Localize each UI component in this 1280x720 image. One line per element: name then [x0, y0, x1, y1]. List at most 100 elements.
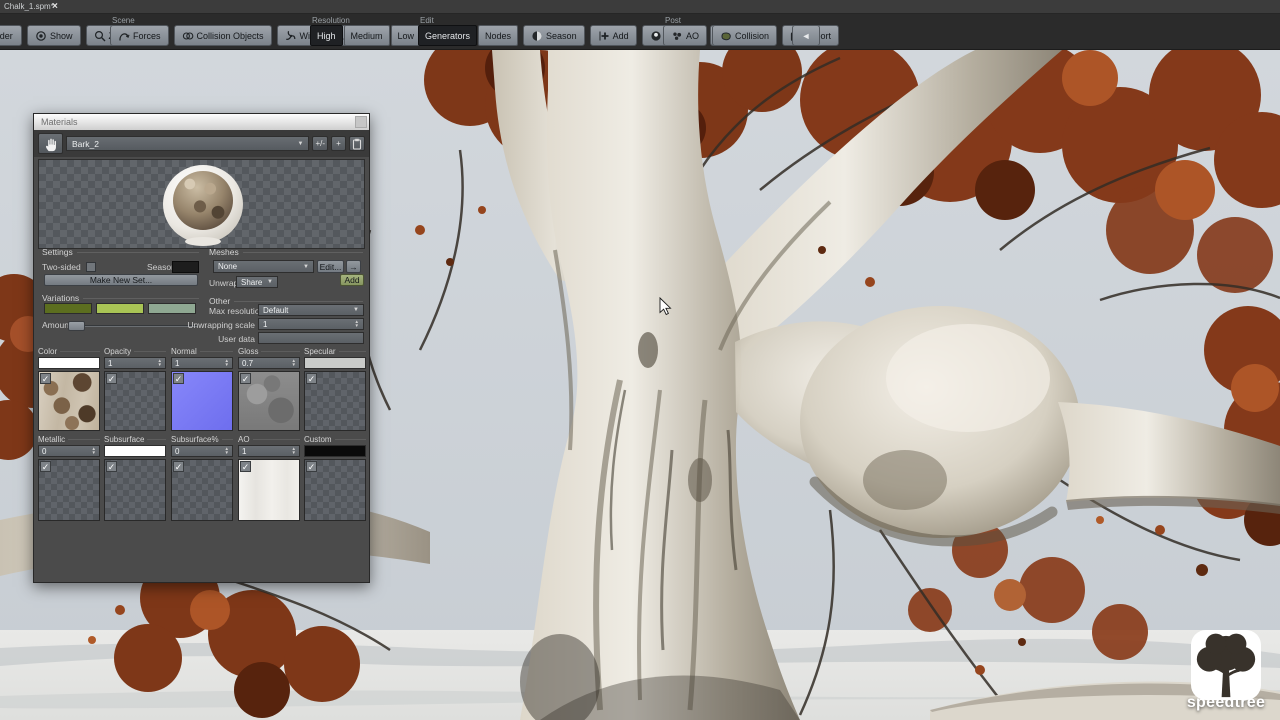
unwrap-dropdown[interactable]: Share ▼ — [236, 276, 278, 288]
season-button[interactable]: Season — [523, 25, 585, 46]
spin-down-icon[interactable]: ▼ — [225, 362, 229, 367]
resolution-medium-button[interactable]: Medium — [343, 25, 390, 46]
spinner-arrows[interactable]: ▲ ▼ — [355, 319, 359, 328]
specular-enabled-checkbox[interactable]: ✓ — [306, 373, 317, 384]
materials-panel-titlebar[interactable]: Materials — [34, 114, 369, 130]
user-data-field[interactable] — [258, 332, 364, 344]
forces-button[interactable]: Forces — [110, 25, 169, 46]
gloss-value-field[interactable]: 0.7 ▲ ▼ — [238, 357, 300, 369]
spinner-arrows[interactable]: ▲ ▼ — [225, 446, 229, 455]
gloss-enabled-checkbox[interactable]: ✓ — [240, 373, 251, 384]
collision-objects-button[interactable]: Collision Objects — [173, 25, 272, 46]
spin-down-icon[interactable]: ▼ — [158, 362, 162, 367]
post-collision-button[interactable]: Collision — [712, 25, 778, 46]
variation-swatch-2[interactable] — [96, 303, 144, 314]
new-material-button[interactable]: + — [331, 136, 346, 151]
resolution-high-button[interactable]: High — [310, 25, 343, 46]
material-selector-dropdown[interactable]: Bark_2 ▼ — [66, 136, 310, 151]
specular-swatch[interactable] — [304, 357, 366, 369]
color-swatch[interactable] — [38, 357, 100, 369]
amount-slider-handle[interactable] — [68, 321, 85, 331]
subsurface-percent-slot-label-text: Subsurface% — [171, 434, 219, 444]
opacity-value-field[interactable]: 1 ▲ ▼ — [104, 357, 166, 369]
spin-down-icon[interactable]: ▼ — [92, 450, 96, 455]
variation-swatch-1[interactable] — [44, 303, 92, 314]
spinner-arrows[interactable]: ▲ ▼ — [225, 358, 229, 367]
paste-material-button[interactable] — [349, 136, 365, 151]
subsurface-texture-thumbnail[interactable]: ✓ — [104, 459, 166, 521]
normal-enabled-checkbox[interactable]: ✓ — [173, 373, 184, 384]
wind-icon — [285, 30, 295, 40]
make-new-set-button[interactable]: Make New Set... — [44, 274, 198, 286]
normal-value-field[interactable]: 1 ▲ ▼ — [171, 357, 233, 369]
opacity-slot-label-text: Opacity — [104, 346, 132, 356]
specular-texture-thumbnail[interactable]: ✓ — [304, 371, 366, 431]
two-sided-checkbox[interactable] — [86, 262, 96, 272]
add-node-button[interactable]: Add — [589, 25, 637, 46]
ao-button-label: AO — [686, 30, 700, 41]
normal-map-thumbnail[interactable]: ✓ — [171, 371, 233, 431]
material-preview-area[interactable] — [38, 159, 365, 249]
settings-group-label: Settings — [42, 247, 73, 257]
spin-down-icon[interactable]: ▼ — [292, 362, 296, 367]
spinner-arrows[interactable]: ▲ ▼ — [158, 358, 162, 367]
mesh-dropdown[interactable]: None ▼ — [213, 260, 314, 273]
opacity-enabled-checkbox[interactable]: ✓ — [106, 373, 117, 384]
show-button[interactable]: Show — [27, 25, 81, 46]
ao-value: 1 — [242, 446, 247, 456]
arrow-right-icon: → — [349, 261, 358, 272]
max-resolution-value: Default — [263, 305, 289, 315]
spin-down-icon[interactable]: ▼ — [292, 450, 296, 455]
add-remove-material-button[interactable]: +/- — [312, 136, 328, 151]
subsurface-percent-texture-thumbnail[interactable]: ✓ — [171, 459, 233, 521]
metallic-value-field[interactable]: 0 ▲ ▼ — [38, 445, 100, 457]
nodes-button[interactable]: Nodes — [478, 25, 519, 46]
back-button[interactable]: ◄ — [792, 25, 820, 46]
subsurface-enabled-checkbox[interactable]: ✓ — [106, 461, 117, 472]
season-color-field[interactable] — [172, 261, 199, 273]
max-resolution-dropdown[interactable]: Default ▼ — [258, 304, 364, 316]
pan-tool-button[interactable] — [38, 133, 63, 154]
subsurface-swatch[interactable] — [104, 445, 166, 457]
unwrapping-scale-field[interactable]: 1 ▲ ▼ — [258, 318, 364, 330]
spinner-arrows[interactable]: ▲ ▼ — [292, 358, 296, 367]
normal-slot-label: Normal — [171, 346, 233, 356]
opacity-texture-thumbnail[interactable]: ✓ — [104, 371, 166, 431]
gloss-slot-label: Gloss — [238, 346, 300, 356]
resolution-low-button[interactable]: Low — [390, 25, 422, 46]
custom-texture-thumbnail[interactable]: ✓ — [304, 459, 366, 521]
hand-icon — [45, 138, 56, 151]
spinner-arrows[interactable]: ▲ ▼ — [92, 446, 96, 455]
mesh-assign-button[interactable]: → — [346, 260, 361, 273]
custom-swatch[interactable] — [304, 445, 366, 457]
subsurface-percent-enabled-checkbox[interactable]: ✓ — [173, 461, 184, 472]
tab-close-icon[interactable]: × — [52, 0, 58, 13]
gloss-map-thumbnail[interactable]: ✓ — [238, 371, 300, 431]
ao-map-thumbnail[interactable]: ✓ — [238, 459, 300, 521]
texture-slot-opacity: Opacity 1 ▲ ▼ ✓ — [104, 346, 166, 431]
mesh-add-button[interactable]: Add — [340, 274, 364, 286]
variation-swatch-3[interactable] — [148, 303, 196, 314]
materials-panel-close-button[interactable] — [355, 116, 367, 128]
spin-down-icon[interactable]: ▼ — [355, 323, 359, 328]
subsurface-percent-value-field[interactable]: 0 ▲ ▼ — [171, 445, 233, 457]
color-enabled-checkbox[interactable]: ✓ — [40, 373, 51, 384]
forces-button-label: Forces — [133, 30, 161, 41]
custom-enabled-checkbox[interactable]: ✓ — [306, 461, 317, 472]
ao-value-field[interactable]: 1 ▲ ▼ — [238, 445, 300, 457]
generators-button[interactable]: Generators — [418, 25, 478, 46]
color-texture-thumbnail[interactable]: ✓ — [38, 371, 100, 431]
ao-enabled-checkbox[interactable]: ✓ — [240, 461, 251, 472]
post-group-label: Post — [665, 16, 682, 25]
metallic-texture-thumbnail[interactable]: ✓ — [38, 459, 100, 521]
metallic-enabled-checkbox[interactable]: ✓ — [40, 461, 51, 472]
spinner-arrows[interactable]: ▲ ▼ — [292, 446, 296, 455]
spin-down-icon[interactable]: ▼ — [225, 450, 229, 455]
mesh-edit-button[interactable]: Edit... — [317, 260, 344, 273]
unwrapping-scale-value: 1 — [263, 319, 268, 329]
render-button[interactable]: Render — [0, 25, 22, 46]
amount-slider[interactable] — [68, 321, 198, 331]
render-button-label: Render — [0, 30, 13, 41]
document-tab[interactable]: Chalk_1.spm* — [4, 2, 54, 11]
ao-button[interactable]: AO — [663, 25, 708, 46]
